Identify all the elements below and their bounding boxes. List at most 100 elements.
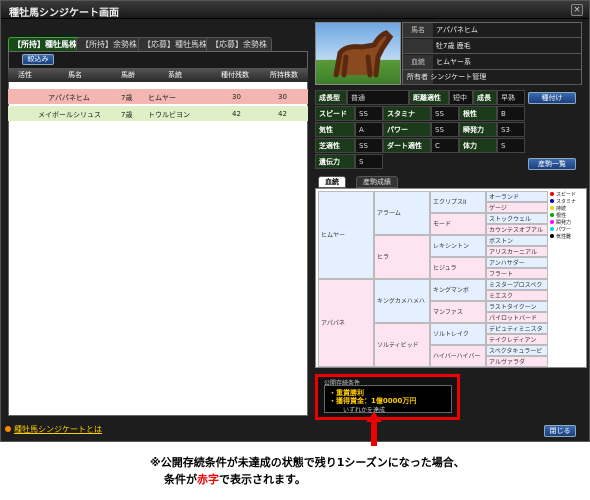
horse-icon	[333, 30, 394, 78]
pedigree-gen4[interactable]: パイロットバード	[486, 312, 548, 323]
tab-apply-stallion[interactable]: 【応募】種牡馬株	[138, 37, 212, 51]
pedigree-gen3[interactable]: ヒジュラ	[430, 257, 486, 279]
col-active[interactable]: 活性	[18, 70, 32, 80]
pedigree-gen3[interactable]: マンファス	[430, 301, 486, 323]
tab-progeny-results[interactable]: 産駒成績	[356, 176, 398, 188]
stat-value: C	[431, 138, 459, 153]
pedigree-gen3[interactable]: レキシントン	[430, 235, 486, 257]
table-row[interactable]: メイボールシリュス 7歳 トウルビヨン 42 42	[8, 106, 308, 121]
pedigree-gen4[interactable]: オーランド	[486, 191, 548, 202]
stat-key: 気性	[315, 122, 355, 137]
pedigree-gen2[interactable]: アラーム	[374, 191, 430, 235]
factor-legend: スピード スタミナ 持続 根性 瞬発力 パワー 気性難	[550, 192, 586, 241]
stat-key: 成長型	[315, 90, 347, 105]
stat-key: スピード	[315, 106, 355, 121]
stat-value: SS	[431, 106, 459, 121]
pedigree-dam[interactable]: アパパネ	[318, 279, 374, 367]
stat-value: SS	[355, 106, 383, 121]
col-stud-left[interactable]: 種付残数	[221, 70, 249, 80]
stat-key: パワー	[383, 122, 431, 137]
legend-item: 根性	[550, 213, 586, 220]
tab-pedigree[interactable]: 血統	[318, 176, 346, 188]
stat-value: A	[355, 122, 383, 137]
progeny-list-button[interactable]: 産駒一覧	[528, 158, 576, 170]
pedigree-gen2[interactable]: ヒラ	[374, 235, 430, 279]
help-link[interactable]: 種牡馬シンジケートとは	[5, 424, 305, 436]
pedigree-gen4[interactable]: ミスタープロスペク	[486, 279, 548, 290]
pedigree-gen2[interactable]: キングカメハメハ	[374, 279, 430, 323]
dot-icon	[550, 220, 554, 224]
pedigree-gen4[interactable]: アンハサダー	[486, 257, 548, 268]
stat-key: 瞬発力	[459, 122, 497, 137]
pedigree-gen4[interactable]: テイクレディアン	[486, 334, 548, 345]
stat-key: スタミナ	[383, 106, 431, 121]
tab-apply-surplus[interactable]: 【応募】余勢株	[206, 37, 272, 51]
info-row-sex: 牡7歳 鹿毛	[403, 39, 581, 54]
dot-icon	[550, 234, 554, 238]
close-icon[interactable]: ×	[571, 4, 583, 16]
stat-value: B	[497, 106, 525, 121]
legend-item: 瞬発力	[550, 220, 586, 227]
title-bar: 種牡馬シンジケート画面 ×	[1, 1, 589, 19]
pedigree-gen4[interactable]: デピュティミニスタ	[486, 323, 548, 334]
pedigree-chart: ヒムヤー アパパネ アラーム ヒラ キングカメハメハ ソルティビッド エクリプスII モードレ…	[315, 188, 587, 368]
dot-icon	[550, 213, 554, 217]
col-shares[interactable]: 所持株数	[270, 70, 298, 80]
legend-item: スピード	[550, 192, 586, 199]
horse-info: 馬名 アパパネヒム 牡7歳 鹿毛 血統 ヒムヤー系 所有者 シンジケート管理	[402, 22, 582, 85]
ability-table: 成長型 普通 距離適性 短中 成長 早熟 スピード SS スタミナ SS 根性 …	[315, 90, 525, 170]
pedigree-gen4[interactable]: フラート	[486, 268, 548, 279]
info-row-name: 馬名 アパパネヒム	[403, 23, 581, 38]
legend-item: 気性難	[550, 234, 586, 241]
tab-own-stallion[interactable]: 【所持】種牡馬株	[8, 37, 82, 51]
stat-key: 成長	[473, 90, 497, 105]
retention-condition-box: 公開存続条件 ・重賞勝利 ・獲得賞金：1億0000万円 いずれかを達成	[315, 374, 460, 420]
pedigree-gen4[interactable]: ボストン	[486, 235, 548, 246]
legend-item: スタミナ	[550, 199, 586, 206]
pedigree-gen3[interactable]: エクリプスII	[430, 191, 486, 213]
pedigree-gen4[interactable]: ミエスク	[486, 290, 548, 301]
pedigree-gen4[interactable]: スペクタキュラービ	[486, 345, 548, 356]
arrow-up-icon	[366, 412, 382, 446]
stat-key: 距離適性	[409, 90, 449, 105]
dot-icon	[550, 206, 554, 210]
stud-button[interactable]: 種付け	[528, 92, 576, 104]
stat-value: S3	[497, 122, 525, 137]
col-age[interactable]: 馬齢	[121, 70, 135, 80]
pedigree-gen3[interactable]: ソルトレイク	[430, 323, 486, 345]
dot-icon	[550, 192, 554, 196]
info-row-line: 血統 ヒムヤー系	[403, 55, 581, 70]
pedigree-gen4[interactable]: ラストタイクーン	[486, 301, 548, 312]
pedigree-gen2[interactable]: ソルティビッド	[374, 323, 430, 367]
close-button[interactable]: 閉じる	[544, 425, 576, 437]
stat-key: ダート適性	[383, 138, 431, 153]
window-title: 種牡馬シンジケート画面	[9, 8, 119, 19]
pedigree-sire[interactable]: ヒムヤー	[318, 191, 374, 279]
stat-value: 短中	[449, 90, 473, 105]
pedigree-gen3[interactable]: ハイバーハイバー	[430, 345, 486, 367]
dot-icon	[550, 199, 554, 203]
table-row[interactable]: アパパネヒム 7歳 ヒムヤー 30 30	[8, 89, 308, 104]
stat-key: 芝適性	[315, 138, 355, 153]
legend-item: 持続	[550, 206, 586, 213]
tab-own-surplus[interactable]: 【所持】余勢株	[76, 37, 142, 51]
col-name[interactable]: 馬名	[68, 70, 82, 80]
condition-body: ・重賞勝利 ・獲得賞金：1億0000万円 いずれかを達成	[324, 385, 452, 414]
pedigree-gen4[interactable]: アルヴァラダ	[486, 356, 548, 367]
stat-value: S	[355, 154, 383, 169]
pedigree-gen3[interactable]: モード	[430, 213, 486, 235]
stat-value: SS	[431, 122, 459, 137]
pedigree-gen4[interactable]: ゲージ	[486, 202, 548, 213]
pedigree-gen3[interactable]: キングマンボ	[430, 279, 486, 301]
info-dot-icon	[5, 426, 11, 432]
horse-portrait	[315, 22, 401, 85]
filter-button[interactable]: 絞込み	[22, 54, 54, 65]
col-line[interactable]: 系統	[168, 70, 182, 80]
stat-value: 早熟	[497, 90, 525, 105]
stat-key: 根性	[459, 106, 497, 121]
stat-value: S	[497, 138, 525, 153]
pedigree-gen4[interactable]: アリスカーニアル	[486, 246, 548, 257]
stat-key: 遺伝力	[315, 154, 355, 169]
pedigree-gen4[interactable]: カウンテスオブアル	[486, 224, 548, 235]
pedigree-gen4[interactable]: ストックウェル	[486, 213, 548, 224]
